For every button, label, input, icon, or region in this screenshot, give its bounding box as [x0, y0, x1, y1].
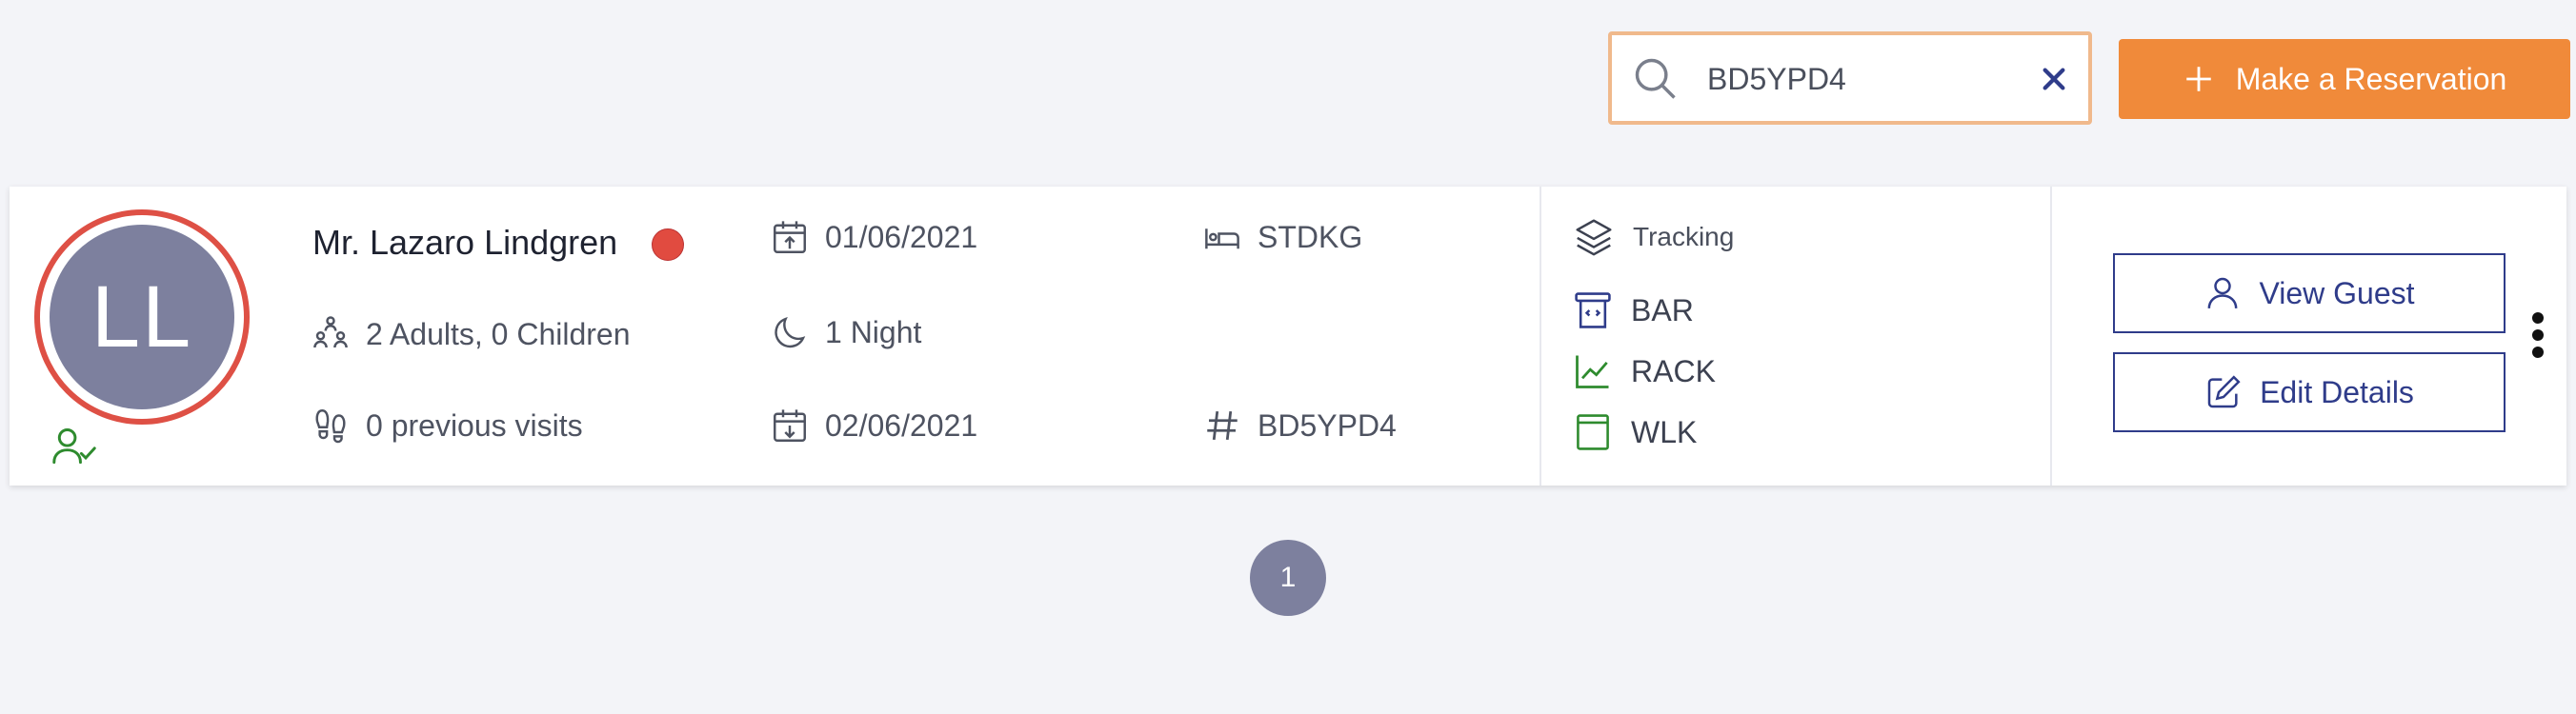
nights-text: 1 Night [825, 314, 922, 349]
card-divider [1540, 187, 1541, 486]
room-type-row: STDKG [1202, 217, 1362, 257]
edit-details-button[interactable]: Edit Details [2113, 352, 2506, 432]
vip-status-dot [652, 228, 684, 261]
occupancy-text: 2 Adults, 0 Children [366, 316, 631, 351]
edit-icon [2207, 375, 2241, 408]
moon-icon [775, 316, 806, 348]
search-input[interactable] [1707, 52, 2050, 106]
book-icon [1577, 414, 1609, 450]
hash-icon [1207, 410, 1238, 441]
plus-icon [2185, 67, 2211, 91]
card-divider [2050, 187, 2052, 486]
view-guest-button[interactable]: View Guest [2113, 253, 2506, 333]
tracking-label: Tracking [1633, 222, 1735, 251]
more-options-icon[interactable] [2528, 308, 2547, 364]
make-reservation-button[interactable]: Make a Reservation [2119, 39, 2570, 119]
user-icon [2208, 277, 2238, 308]
arrival-date: 01/06/2021 [825, 219, 978, 254]
make-reservation-label: Make a Reservation [2235, 61, 2507, 96]
departure-date: 02/06/2021 [825, 407, 978, 443]
edit-details-label: Edit Details [2260, 374, 2414, 409]
nights-row: 1 Night [770, 312, 921, 352]
previous-visits-row: 0 previous visits [311, 406, 583, 446]
bed-icon [1205, 228, 1239, 249]
departure-row: 02/06/2021 [770, 406, 977, 446]
tracking-header: Tracking [1572, 215, 1734, 259]
footprints-icon [315, 409, 346, 444]
rate-code-item: RACK [1572, 350, 1716, 392]
guest-name: Mr. Lazaro Lindgren [312, 223, 618, 262]
layers-icon [1576, 219, 1612, 256]
rate-code-label: WLK [1631, 414, 1698, 449]
room-type: STDKG [1258, 219, 1363, 254]
rate-code-label: BAR [1631, 292, 1694, 327]
receipt-icon [1575, 292, 1611, 328]
rate-code-item: WLK [1572, 411, 1697, 453]
search-box[interactable] [1608, 31, 2092, 125]
user-check-icon [52, 427, 96, 465]
occupancy-row: 2 Adults, 0 Children [311, 314, 631, 354]
arrival-row: 01/06/2021 [770, 217, 977, 257]
previous-visits-text: 0 previous visits [366, 407, 583, 443]
search-icon [1635, 58, 1676, 99]
rate-code-item: BAR [1572, 289, 1694, 331]
view-guest-label: View Guest [2259, 275, 2415, 310]
confirmation-number: BD5YPD4 [1258, 407, 1397, 443]
line-chart-icon [1576, 355, 1609, 388]
clear-search-icon[interactable] [2039, 64, 2069, 94]
avatar-initials: LL [50, 225, 234, 409]
confirmation-row: BD5YPD4 [1202, 406, 1397, 446]
rate-code-label: RACK [1631, 353, 1716, 388]
pagination-page-button[interactable]: 1 [1250, 540, 1326, 616]
calendar-arrival-icon [774, 221, 806, 253]
calendar-departure-icon [774, 409, 806, 442]
reservation-card: LL Mr. Lazaro Lindgren 2 Adults, 0 Child… [10, 187, 2566, 486]
avatar: LL [34, 209, 250, 425]
people-icon [313, 316, 348, 348]
